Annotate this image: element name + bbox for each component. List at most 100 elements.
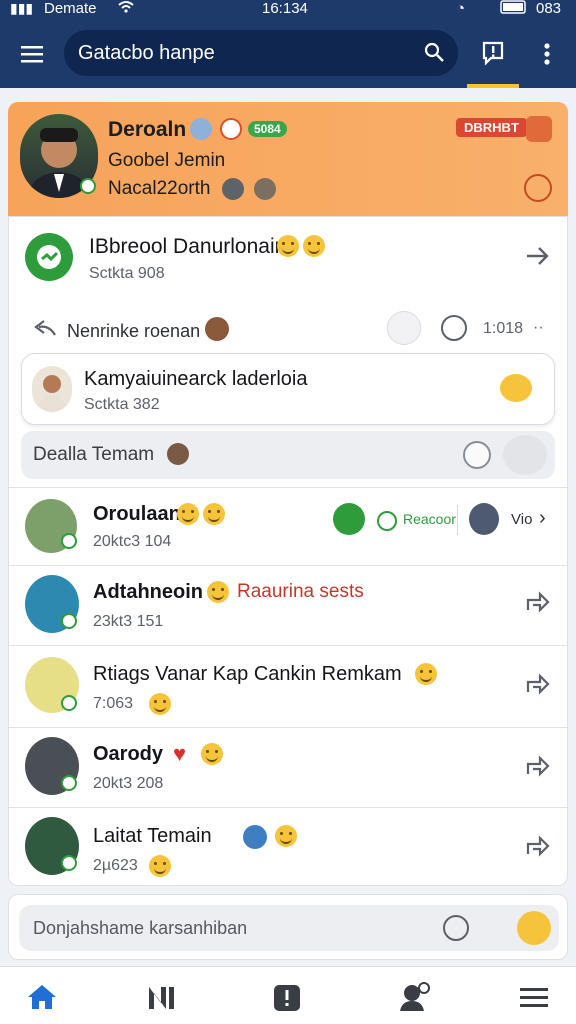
highlight-avatar xyxy=(32,366,72,412)
shield-icon xyxy=(220,118,242,140)
more-options-button[interactable] xyxy=(530,32,564,76)
list-item[interactable]: Oroulaan 20ktc3 104 Reacoor Vio › xyxy=(9,487,567,565)
team-options-icon[interactable] xyxy=(503,435,547,475)
emoji-picker-icon[interactable] xyxy=(517,911,551,945)
emoji-icon xyxy=(207,581,229,603)
chevron-right-icon[interactable]: › xyxy=(539,507,546,530)
reaction-icon[interactable] xyxy=(387,311,421,345)
highlight-sub: Sctkta 382 xyxy=(84,396,160,413)
group-sub: Sctkta 908 xyxy=(89,265,165,282)
bottom-nav xyxy=(0,966,576,1024)
profile-card[interactable]: Deroaln 5084 DBRHBT Goobel Jemin Nacal22… xyxy=(8,102,568,216)
message-input[interactable]: Donjahshame karsanhiban xyxy=(19,905,559,951)
online-status-icon xyxy=(61,775,77,791)
arrow-right-icon[interactable] xyxy=(525,245,551,272)
highlight-item[interactable]: Kamyaiuinearck laderloia Sctkta 382 xyxy=(21,353,555,425)
online-status-icon xyxy=(61,855,77,871)
share-icon[interactable] xyxy=(525,591,551,618)
view-label[interactable]: Vio xyxy=(511,511,532,528)
emoji-icon xyxy=(149,855,171,877)
more-icon[interactable]: ·· xyxy=(533,319,544,337)
team-avatar xyxy=(167,443,189,465)
forward-row[interactable]: Nenrinke roenan 1:018 ·· xyxy=(9,305,567,355)
conversation-panel: IBbreool Danurlonaira Sctkta 908 Nenrink… xyxy=(8,216,568,886)
profile-subtitle: Goobel Jemin xyxy=(108,150,226,171)
verified-icon xyxy=(190,118,212,140)
emoji-icon xyxy=(415,663,437,685)
app-bar: ▮▮▮ Demate 16:134 ◔ 083 Gatacbo hanpe xyxy=(0,0,576,88)
contact-sub: 7:063 xyxy=(93,695,134,712)
sticker-icon xyxy=(500,374,532,402)
profile-tab-icon[interactable] xyxy=(398,981,432,1018)
signal-icon: ▮▮▮ xyxy=(10,0,34,16)
face-icon[interactable] xyxy=(524,174,552,202)
composer: Donjahshame karsanhiban xyxy=(8,894,568,960)
carrier-label: Demate xyxy=(44,0,97,17)
member-icon[interactable] xyxy=(463,441,491,469)
list-item[interactable]: Rtiags Vanar Kap Cankin Remkam 7:063 xyxy=(9,645,567,727)
settings-icon[interactable] xyxy=(526,116,552,142)
share-icon[interactable] xyxy=(525,673,551,700)
home-icon[interactable] xyxy=(26,983,58,1016)
list-item[interactable]: Adtahneoin Raaurina sests 23kt3 151 xyxy=(9,565,567,645)
viewer-avatar xyxy=(469,503,499,535)
alerts-tab-icon[interactable] xyxy=(272,983,302,1018)
profile-name: Deroaln xyxy=(108,118,187,141)
team-bar[interactable]: Dealla Temam xyxy=(21,431,555,479)
group-icon xyxy=(25,233,73,281)
wifi-icon xyxy=(118,0,134,18)
contact-name: Oarody xyxy=(93,743,164,765)
online-status-icon xyxy=(80,178,96,194)
kebab-icon xyxy=(544,43,550,65)
message-time: 1:018 xyxy=(483,320,524,337)
emoji-icon xyxy=(201,743,223,765)
profile-meta: Nacal22orth xyxy=(108,178,211,199)
search-message-icon[interactable] xyxy=(441,315,467,341)
alerts-button[interactable] xyxy=(470,30,516,76)
highlight-title: Kamyaiuinearck laderloia xyxy=(84,368,308,390)
list-item[interactable]: Oarody ♥ 20kt3 208 xyxy=(9,727,567,807)
menu-tab-icon[interactable] xyxy=(520,987,548,1014)
contact-sub: 2µ623 xyxy=(93,857,138,874)
emoji-icon xyxy=(275,825,297,847)
group-row[interactable]: IBbreool Danurlonaira Sctkta 908 xyxy=(9,217,567,305)
online-status-icon xyxy=(61,695,77,711)
share-icon[interactable] xyxy=(525,755,551,782)
contact-name: Oroulaan xyxy=(93,503,181,525)
group-title: IBbreool Danurlonaira xyxy=(89,235,294,258)
online-status-icon xyxy=(61,533,77,549)
search-icon[interactable] xyxy=(424,42,444,67)
separator xyxy=(457,505,458,535)
alarm-icon: ◔ xyxy=(456,0,466,17)
search-bar[interactable]: Gatacbo hanpe xyxy=(64,30,458,76)
active-tab-indicator xyxy=(467,84,519,88)
contact-name: Laitat Temain xyxy=(93,825,212,847)
contact-sub: 23kt3 151 xyxy=(93,613,164,630)
badge-icon xyxy=(243,825,267,849)
voice-icon[interactable] xyxy=(443,915,469,941)
emoji-icon xyxy=(177,503,226,525)
emoji-icon xyxy=(277,235,326,257)
emoji-icon xyxy=(149,693,171,715)
reply-icon[interactable] xyxy=(31,319,57,344)
react-label[interactable]: Reacoor xyxy=(403,511,456,527)
status-badge: DBRHBT xyxy=(456,118,527,137)
news-icon[interactable] xyxy=(146,985,176,1016)
team-label: Dealla Temam xyxy=(33,444,155,465)
alert-bubble-icon xyxy=(482,41,504,66)
contact-sub: 20kt3 208 xyxy=(93,775,164,792)
highlight-text: Raaurina sests xyxy=(237,581,364,602)
react-icon[interactable] xyxy=(377,511,397,531)
contact-sub: 20ktc3 104 xyxy=(93,533,172,550)
hamburger-icon xyxy=(21,46,43,63)
list-item[interactable]: Laitat Temain 2µ623 xyxy=(9,807,567,885)
chat-icon[interactable] xyxy=(333,503,365,535)
tool-icon xyxy=(222,178,244,200)
battery-level: 083 xyxy=(536,0,562,17)
heart-icon: ♥ xyxy=(173,741,187,766)
message-placeholder: Donjahshame karsanhiban xyxy=(33,918,248,938)
online-status-icon xyxy=(61,613,77,629)
menu-button[interactable] xyxy=(10,32,54,76)
share-icon[interactable] xyxy=(525,835,551,862)
level-badge: 5084 xyxy=(248,121,287,137)
